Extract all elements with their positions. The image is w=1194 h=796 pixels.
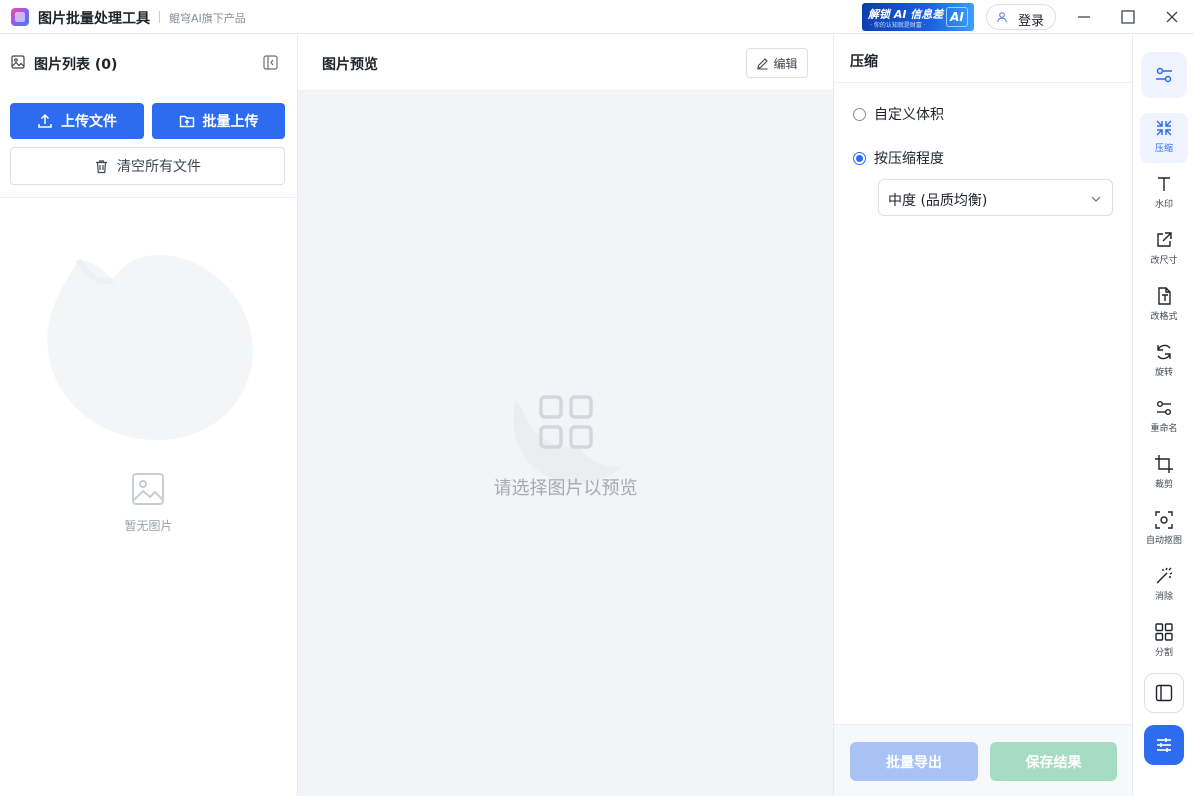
resize-icon: [1157, 232, 1172, 247]
tool-label: 裁剪: [1154, 480, 1173, 490]
edit-button[interactable]: 编辑: [746, 48, 808, 78]
image-list-title: 图片列表 (0): [34, 57, 118, 73]
text-icon: [1158, 177, 1170, 191]
tool-compress[interactable]: 压缩: [1140, 113, 1188, 163]
format-icon: [1158, 287, 1171, 305]
tool-crop[interactable]: 裁剪: [1140, 449, 1188, 499]
tool-label: 自动抠图: [1145, 536, 1182, 546]
batch-upload-button[interactable]: 批量上传: [152, 103, 285, 139]
app-title: 图片批量处理工具: [38, 11, 150, 27]
rotate-icon: [1157, 344, 1171, 360]
sidebar-layout-icon: [1155, 684, 1173, 702]
login-button[interactable]: 登录: [986, 4, 1056, 30]
tool-magic-wand[interactable]: 消除: [1140, 561, 1188, 611]
tool-label: 水印: [1154, 200, 1173, 210]
toggle-panel-button[interactable]: [1144, 673, 1184, 713]
collapse-panel-icon[interactable]: [263, 55, 278, 70]
tool-sidebar: 压缩水印改尺寸改格式旋转重命名裁剪自动抠图消除分割: [1134, 35, 1194, 796]
trash-icon: [96, 159, 107, 173]
folder-upload-icon: [179, 115, 194, 128]
close-icon[interactable]: [1161, 6, 1183, 28]
settings-divider: [834, 82, 1132, 83]
compression-level-select[interactable]: 中度 (品质均衡): [878, 179, 1113, 216]
promo-ai-badge: AI: [946, 7, 968, 27]
tool-label: 重命名: [1150, 424, 1178, 434]
list-divider: [0, 197, 297, 198]
clear-all-label: 清空所有文件: [117, 159, 201, 175]
tool-label: 改格式: [1150, 312, 1178, 322]
settings-footer: 批量导出 保存结果: [834, 724, 1132, 796]
compress-icon: [1156, 120, 1172, 136]
app-subtitle: 鲲穹AI旗下产品: [169, 12, 246, 25]
tool-label: 消除: [1154, 592, 1173, 602]
adjust-tools-button[interactable]: [1141, 52, 1187, 98]
tool-label: 压缩: [1154, 144, 1173, 154]
user-icon: [997, 12, 1007, 23]
promo-banner[interactable]: 解锁 AI 信息差 · 你的认知就是财富 · AI: [862, 3, 974, 31]
preview-area: 请选择图片以预览: [298, 91, 833, 796]
settings-sliders-icon: [1157, 738, 1171, 752]
preview-placeholder-text: 请选择图片以预览: [493, 478, 638, 499]
compression-level-value: 中度 (品质均衡): [888, 193, 988, 209]
title-divider: [159, 11, 160, 23]
crop-icon: [1155, 455, 1173, 473]
preview-title: 图片预览: [322, 57, 378, 73]
tool-resize[interactable]: 改尺寸: [1140, 225, 1188, 275]
chevron-down-icon: [1091, 196, 1101, 202]
radio-custom-size[interactable]: 自定义体积: [853, 104, 944, 124]
image-icon: [11, 55, 25, 69]
cutout-icon: [1155, 511, 1173, 529]
clear-all-button[interactable]: 清空所有文件: [10, 147, 285, 185]
upload-icon: [38, 113, 52, 128]
settings-title: 压缩: [850, 54, 878, 70]
image-list-panel: 图片列表 (0) 上传文件 批量上传 清空所有文件 暂无图片: [0, 35, 298, 796]
radio-button[interactable]: [853, 107, 866, 121]
promo-subtext: · 你的认知就是财富 ·: [870, 22, 926, 29]
upload-file-button[interactable]: 上传文件: [10, 103, 144, 139]
batch-export-button[interactable]: 批量导出: [850, 742, 978, 781]
radio-compression-level-label: 按压缩程度: [874, 151, 944, 167]
edit-label: 编辑: [773, 56, 798, 71]
tool-rotate[interactable]: 旋转: [1140, 337, 1188, 387]
empty-image-icon: [132, 473, 164, 505]
login-label: 登录: [1018, 14, 1045, 29]
tool-label: 旋转: [1154, 368, 1173, 378]
tool-label: 分割: [1154, 648, 1173, 658]
grid-icon: [1155, 623, 1173, 641]
radio-button-checked[interactable]: [853, 151, 866, 165]
pencil-icon: [757, 57, 769, 70]
settings-panel: 压缩 自定义体积 按压缩程度 中度 (品质均衡) 批量导出 保存结果: [833, 35, 1133, 796]
save-result-button[interactable]: 保存结果: [990, 742, 1117, 781]
tool-grid[interactable]: 分割: [1140, 617, 1188, 667]
preview-header: 图片预览 编辑: [298, 35, 833, 91]
sliders-icon: [1156, 67, 1172, 83]
minimize-icon[interactable]: [1073, 6, 1095, 28]
whale-watermark-icon: [47, 255, 253, 440]
tool-rename[interactable]: 重命名: [1140, 393, 1188, 443]
maximize-icon[interactable]: [1117, 6, 1139, 28]
radio-custom-size-label: 自定义体积: [874, 107, 944, 123]
radio-compression-level[interactable]: 按压缩程度: [853, 148, 944, 168]
batch-upload-label: 批量上传: [202, 114, 259, 130]
tool-format[interactable]: 改格式: [1140, 281, 1188, 331]
app-logo-icon: [11, 8, 29, 26]
tool-label: 改尺寸: [1150, 256, 1178, 266]
title-bar: 图片批量处理工具 鲲穹AI旗下产品 解锁 AI 信息差 · 你的认知就是财富 ·…: [0, 0, 1194, 34]
rename-icon: [1157, 401, 1171, 415]
grid-placeholder-icon: [539, 395, 593, 449]
tool-text[interactable]: 水印: [1140, 169, 1188, 219]
settings-button[interactable]: [1144, 725, 1184, 765]
upload-file-label: 上传文件: [61, 114, 117, 130]
empty-list-text: 暂无图片: [124, 519, 173, 533]
magic-wand-icon: [1156, 567, 1173, 584]
tool-cutout[interactable]: 自动抠图: [1140, 505, 1188, 555]
